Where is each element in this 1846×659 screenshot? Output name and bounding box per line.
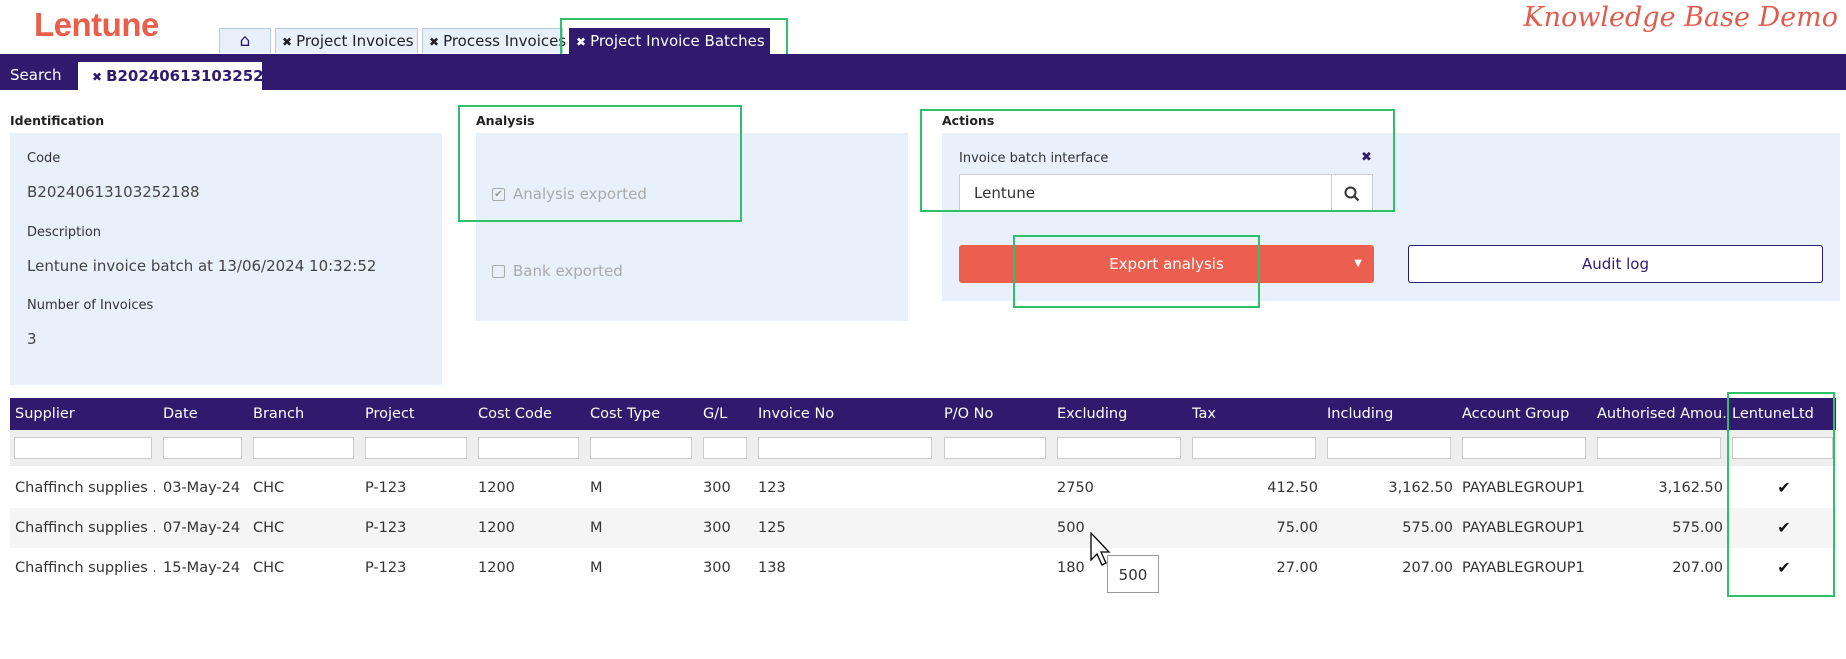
filter-including[interactable] bbox=[1327, 437, 1451, 459]
tab-home[interactable]: ⌂ bbox=[219, 28, 271, 53]
cell-account-group: PAYABLEGROUP1 bbox=[1462, 560, 1585, 576]
filter-branch[interactable] bbox=[253, 437, 354, 459]
filter-cost-code[interactable] bbox=[478, 437, 579, 459]
cell-branch: CHC bbox=[253, 520, 285, 536]
col-header-po-no[interactable]: P/O No bbox=[944, 398, 1044, 430]
col-header-invoice-no[interactable]: Invoice No bbox=[758, 398, 928, 430]
tab-label: Project Invoices bbox=[296, 32, 414, 50]
cell-project: P-123 bbox=[365, 520, 407, 536]
cell-authorised-amount: 207.00 bbox=[1672, 560, 1723, 576]
cell-branch: CHC bbox=[253, 560, 285, 576]
col-header-project[interactable]: Project bbox=[365, 398, 465, 430]
tab-label: Process Invoices bbox=[443, 32, 567, 50]
cell-invoice-no: 125 bbox=[758, 520, 786, 536]
knowledge-base-banner: Knowledge Base Demo bbox=[1523, 2, 1838, 33]
filter-po-no[interactable] bbox=[944, 437, 1046, 459]
cell-invoice-no: 123 bbox=[758, 480, 786, 496]
col-header-including[interactable]: Including bbox=[1327, 398, 1447, 430]
cell-supplier: Chaffinch supplies ... bbox=[15, 480, 155, 496]
invoice-count-label: Number of Invoices bbox=[27, 298, 154, 313]
chevron-down-icon[interactable]: ▼ bbox=[1354, 245, 1362, 283]
cell-excluding: 2750 bbox=[1057, 480, 1094, 496]
tab-project-invoices[interactable]: ✖ Project Invoices bbox=[275, 28, 418, 53]
cell-cost-code: 1200 bbox=[478, 560, 515, 576]
col-header-branch[interactable]: Branch bbox=[253, 398, 353, 430]
nav-search-link[interactable]: Search bbox=[10, 60, 62, 90]
cell-excluding: 500 bbox=[1057, 520, 1085, 536]
tab-record[interactable]: ✖ B20240613103252 bbox=[78, 62, 264, 90]
highlight-box bbox=[1013, 235, 1260, 308]
cell-tax: 412.50 bbox=[1267, 480, 1318, 496]
cell-project: P-123 bbox=[365, 560, 407, 576]
filter-excluding[interactable] bbox=[1057, 437, 1181, 459]
cell-invoice-no: 138 bbox=[758, 560, 786, 576]
code-label: Code bbox=[27, 151, 61, 166]
description-value: Lentune invoice batch at 13/06/2024 10:3… bbox=[27, 257, 377, 275]
cell-tax: 27.00 bbox=[1276, 560, 1318, 576]
col-header-account-group[interactable]: Account Group bbox=[1462, 398, 1592, 430]
home-icon: ⌂ bbox=[239, 31, 251, 51]
close-icon[interactable]: ✖ bbox=[429, 35, 439, 49]
filter-project[interactable] bbox=[365, 437, 467, 459]
cell-cost-type: M bbox=[590, 560, 603, 576]
bank-exported-checkbox[interactable]: Bank exported bbox=[492, 262, 623, 280]
cell-supplier: Chaffinch supplies ... bbox=[15, 520, 155, 536]
cell-tooltip: 500 bbox=[1107, 555, 1159, 593]
code-value: B20240613103252188 bbox=[27, 183, 200, 201]
cell-account-group: PAYABLEGROUP1 bbox=[1462, 520, 1585, 536]
filter-account-group[interactable] bbox=[1462, 437, 1586, 459]
cell-date: 15-May-24 bbox=[163, 560, 241, 576]
col-header-supplier[interactable]: Supplier bbox=[15, 398, 155, 430]
filter-cost-type[interactable] bbox=[590, 437, 692, 459]
close-icon[interactable]: ✖ bbox=[282, 35, 292, 49]
description-label: Description bbox=[27, 225, 102, 240]
col-header-cost-code[interactable]: Cost Code bbox=[478, 398, 578, 430]
filter-authorised-amount[interactable] bbox=[1597, 437, 1721, 459]
cell-project: P-123 bbox=[365, 480, 407, 496]
close-icon[interactable]: ✖ bbox=[92, 70, 102, 84]
cell-branch: CHC bbox=[253, 480, 285, 496]
lentune-logo: Lentune bbox=[34, 6, 159, 43]
filter-invoice-no[interactable] bbox=[758, 437, 932, 459]
cell-cost-code: 1200 bbox=[478, 480, 515, 496]
tab-process-invoices[interactable]: ✖ Process Invoices bbox=[422, 28, 567, 53]
bank-exported-label: Bank exported bbox=[513, 262, 623, 280]
highlight-box bbox=[920, 109, 1395, 212]
cell-including: 207.00 bbox=[1402, 560, 1453, 576]
audit-log-button[interactable]: Audit log bbox=[1408, 245, 1823, 283]
highlight-box bbox=[458, 105, 742, 222]
filter-gl[interactable] bbox=[703, 437, 747, 459]
invoice-count-value: 3 bbox=[27, 330, 37, 348]
cell-cost-type: M bbox=[590, 520, 603, 536]
cell-authorised-amount: 575.00 bbox=[1672, 520, 1723, 536]
cell-gl: 300 bbox=[703, 560, 731, 576]
col-header-gl[interactable]: G/L bbox=[703, 398, 753, 430]
cell-gl: 300 bbox=[703, 520, 731, 536]
cell-including: 575.00 bbox=[1402, 520, 1453, 536]
cell-date: 03-May-24 bbox=[163, 480, 241, 496]
cell-date: 07-May-24 bbox=[163, 520, 241, 536]
col-header-cost-type[interactable]: Cost Type bbox=[590, 398, 690, 430]
cell-account-group: PAYABLEGROUP1 bbox=[1462, 480, 1585, 496]
filter-tax[interactable] bbox=[1192, 437, 1316, 459]
cell-cost-code: 1200 bbox=[478, 520, 515, 536]
cell-including: 3,162.50 bbox=[1388, 480, 1453, 496]
cell-supplier: Chaffinch supplies ... bbox=[15, 560, 155, 576]
cell-authorised-amount: 3,162.50 bbox=[1658, 480, 1723, 496]
cell-gl: 300 bbox=[703, 480, 731, 496]
col-header-excluding[interactable]: Excluding bbox=[1057, 398, 1177, 430]
nav-bar bbox=[0, 54, 1846, 90]
col-header-tax[interactable]: Tax bbox=[1192, 398, 1312, 430]
checkbox-icon bbox=[492, 265, 505, 278]
col-header-date[interactable]: Date bbox=[163, 398, 243, 430]
filter-date[interactable] bbox=[163, 437, 242, 459]
cell-tax: 75.00 bbox=[1276, 520, 1318, 536]
cell-cost-type: M bbox=[590, 480, 603, 496]
record-tab-label: B20240613103252 bbox=[106, 67, 264, 85]
col-header-authorised-amount[interactable]: Authorised Amou... bbox=[1597, 398, 1727, 430]
identification-title: Identification bbox=[10, 113, 105, 128]
filter-supplier[interactable] bbox=[14, 437, 152, 459]
highlight-box bbox=[1727, 392, 1835, 597]
